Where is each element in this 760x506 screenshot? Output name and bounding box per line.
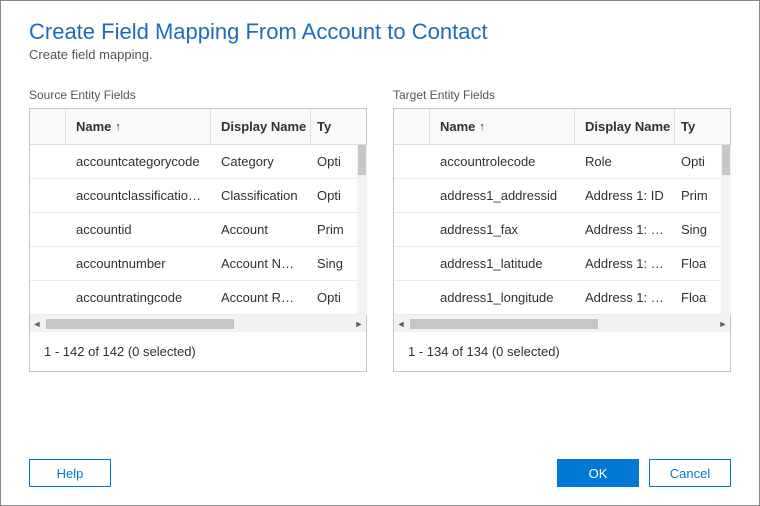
sort-asc-icon: ↑ — [479, 121, 485, 133]
source-grid: Name ↑ Display Name Ty accountcategoryco… — [29, 108, 367, 372]
sort-asc-icon: ↑ — [115, 121, 121, 133]
source-vscroll[interactable] — [357, 145, 367, 315]
cell-ty: Opti — [311, 154, 343, 169]
source-col-displayname[interactable]: Display Name — [211, 109, 311, 144]
cell-name: accountid — [66, 222, 211, 237]
table-row[interactable]: accountratingcodeAccount RatingOpti — [30, 281, 366, 315]
cell-dn: Address 1: La... — [575, 256, 675, 271]
cell-name: address1_addressid — [430, 188, 575, 203]
col-name-label: Name — [440, 119, 475, 134]
cell-ty: Opti — [311, 188, 343, 203]
cell-ty: Opti — [675, 154, 707, 169]
cell-dn: Category — [211, 154, 311, 169]
target-status: 1 - 134 of 134 (0 selected) — [394, 332, 730, 371]
cell-ty: Float — [675, 256, 707, 271]
chevron-right-icon[interactable]: ► — [352, 315, 366, 332]
dialog-frame: Create Field Mapping From Account to Con… — [0, 0, 760, 506]
footer: Help OK Cancel — [1, 445, 759, 505]
scroll-thumb[interactable] — [722, 145, 730, 175]
target-col-spacer — [394, 109, 430, 144]
table-row[interactable]: address1_faxAddress 1: FaxSing — [394, 213, 730, 247]
target-body: accountrolecodeRoleOpti address1_address… — [394, 145, 730, 315]
target-pane: Target Entity Fields Name ↑ Display Name… — [393, 88, 731, 372]
cell-ty: Prim — [675, 188, 707, 203]
col-ty-label: Ty — [317, 119, 331, 134]
cell-name: accountnumber — [66, 256, 211, 271]
panes: Source Entity Fields Name ↑ Display Name… — [1, 70, 759, 372]
help-button[interactable]: Help — [29, 459, 111, 487]
cell-name: address1_longitude — [430, 290, 575, 305]
scroll-thumb[interactable] — [358, 145, 366, 175]
header: Create Field Mapping From Account to Con… — [1, 1, 759, 70]
source-col-type[interactable]: Ty — [311, 109, 343, 144]
cell-ty: Opti — [311, 290, 343, 305]
col-name-label: Name — [76, 119, 111, 134]
cell-dn: Address 1: Lo... — [575, 290, 675, 305]
cell-ty: Float — [675, 290, 707, 305]
target-col-type[interactable]: Ty — [675, 109, 707, 144]
target-col-name[interactable]: Name ↑ — [430, 109, 575, 144]
table-row[interactable]: accountidAccountPrim — [30, 213, 366, 247]
chevron-left-icon[interactable]: ◄ — [30, 315, 44, 332]
col-dn-label: Display Name — [585, 119, 670, 134]
source-pane: Source Entity Fields Name ↑ Display Name… — [29, 88, 367, 372]
cell-dn: Classification — [211, 188, 311, 203]
table-row[interactable]: address1_addressidAddress 1: IDPrim — [394, 179, 730, 213]
cell-ty: Prim — [311, 222, 343, 237]
table-row[interactable]: address1_latitudeAddress 1: La...Float — [394, 247, 730, 281]
target-hscroll[interactable]: ◄ ► — [394, 315, 730, 332]
cell-dn: Address 1: ID — [575, 188, 675, 203]
hscroll-track[interactable] — [46, 319, 350, 329]
source-header-row: Name ↑ Display Name Ty — [30, 109, 366, 145]
chevron-right-icon[interactable]: ► — [716, 315, 730, 332]
dialog-title: Create Field Mapping From Account to Con… — [29, 19, 731, 45]
cell-name: accountratingcode — [66, 290, 211, 305]
source-status: 1 - 142 of 142 (0 selected) — [30, 332, 366, 371]
source-col-name[interactable]: Name ↑ — [66, 109, 211, 144]
table-row[interactable]: accountrolecodeRoleOpti — [394, 145, 730, 179]
target-vscroll[interactable] — [721, 145, 731, 315]
col-dn-label: Display Name — [221, 119, 306, 134]
cell-dn: Account Rating — [211, 290, 311, 305]
cell-dn: Address 1: Fax — [575, 222, 675, 237]
scroll-thumb[interactable] — [46, 319, 234, 329]
source-body: accountcategorycodeCategoryOpti accountc… — [30, 145, 366, 315]
cell-name: accountclassificationc... — [66, 188, 211, 203]
cell-dn: Account — [211, 222, 311, 237]
cell-name: accountrolecode — [430, 154, 575, 169]
source-label: Source Entity Fields — [29, 88, 367, 102]
cell-name: address1_fax — [430, 222, 575, 237]
table-row[interactable]: address1_longitudeAddress 1: Lo...Float — [394, 281, 730, 315]
dialog-subtitle: Create field mapping. — [29, 47, 731, 62]
col-ty-label: Ty — [681, 119, 695, 134]
target-label: Target Entity Fields — [393, 88, 731, 102]
hscroll-track[interactable] — [410, 319, 714, 329]
ok-button[interactable]: OK — [557, 459, 639, 487]
table-row[interactable]: accountnumberAccount Num...Sing — [30, 247, 366, 281]
cell-name: address1_latitude — [430, 256, 575, 271]
target-header-row: Name ↑ Display Name Ty — [394, 109, 730, 145]
cancel-button[interactable]: Cancel — [649, 459, 731, 487]
cell-name: accountcategorycode — [66, 154, 211, 169]
chevron-left-icon[interactable]: ◄ — [394, 315, 408, 332]
scroll-thumb[interactable] — [410, 319, 598, 329]
source-col-spacer — [30, 109, 66, 144]
source-hscroll[interactable]: ◄ ► — [30, 315, 366, 332]
table-row[interactable]: accountcategorycodeCategoryOpti — [30, 145, 366, 179]
target-col-displayname[interactable]: Display Name — [575, 109, 675, 144]
target-grid: Name ↑ Display Name Ty accountrolecodeRo… — [393, 108, 731, 372]
cell-ty: Sing — [311, 256, 343, 271]
cell-dn: Account Num... — [211, 256, 311, 271]
table-row[interactable]: accountclassificationc...ClassificationO… — [30, 179, 366, 213]
cell-dn: Role — [575, 154, 675, 169]
cell-ty: Sing — [675, 222, 707, 237]
